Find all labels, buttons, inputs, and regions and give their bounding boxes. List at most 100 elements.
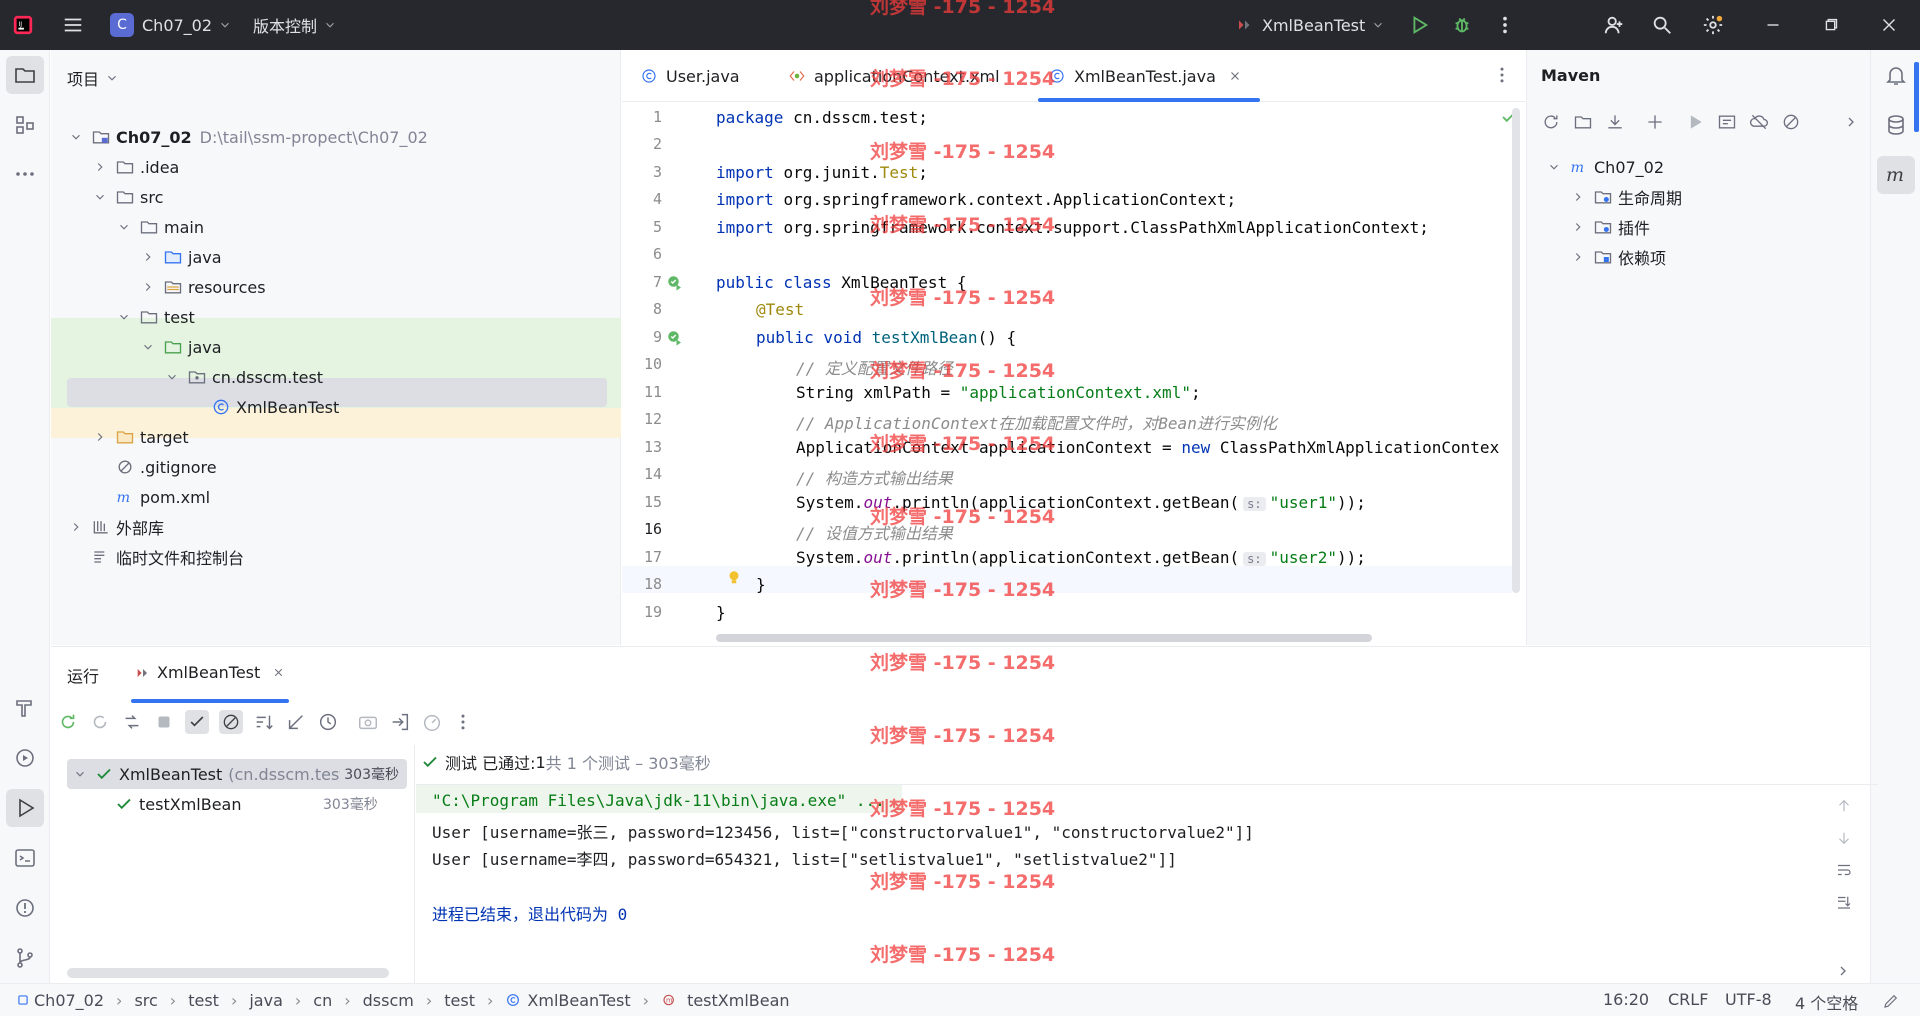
coverage-icon[interactable] xyxy=(421,711,443,733)
maven-plugins[interactable]: 插件 xyxy=(1527,212,1867,242)
tab-user-java[interactable]: User.java xyxy=(640,50,740,102)
history-icon[interactable] xyxy=(317,711,339,733)
terminal-tool-icon[interactable] xyxy=(6,839,44,877)
file-encoding[interactable]: UTF-8 xyxy=(1725,990,1772,1009)
chevron-right-icon[interactable] xyxy=(1843,112,1859,132)
soft-wrap-icon[interactable] xyxy=(1835,861,1853,879)
breadcrumb-method[interactable]: m testXmlBean xyxy=(661,991,790,1010)
chevron-right-icon[interactable] xyxy=(91,158,109,176)
run-tab-title[interactable]: 运行 xyxy=(67,663,99,687)
services-tool-icon[interactable] xyxy=(6,739,44,777)
breadcrumb-class[interactable]: XmlBeanTest xyxy=(505,991,631,1010)
chevron-down-icon[interactable] xyxy=(115,218,133,236)
run-config-tab[interactable]: XmlBeanTest xyxy=(131,663,290,703)
git-tool-icon[interactable] xyxy=(6,939,44,977)
tree-item-test[interactable]: test xyxy=(51,302,621,332)
settings-gear-icon[interactable] xyxy=(1702,0,1724,50)
app-logo-icon[interactable]: IJ xyxy=(12,0,34,50)
arrow-up-icon[interactable] xyxy=(1835,797,1853,815)
tree-item-scratches[interactable]: 临时文件和控制台 xyxy=(51,542,621,572)
search-icon[interactable] xyxy=(1651,0,1673,50)
tree-item-pom[interactable]: m pom.xml xyxy=(51,482,621,512)
tree-item-root[interactable]: Ch07_02 D:\tail\ssm-propect\Ch07_02 xyxy=(51,122,621,152)
breadcrumb-project[interactable]: Ch07_02 xyxy=(16,991,104,1010)
tree-item-gitignore[interactable]: .gitignore xyxy=(51,452,621,482)
run-icon[interactable] xyxy=(1408,0,1430,50)
notifications-bell-icon[interactable] xyxy=(1877,56,1915,94)
structure-tool-icon[interactable] xyxy=(6,106,44,144)
breadcrumb-item[interactable]: java xyxy=(249,991,283,1010)
show-passed-icon[interactable] xyxy=(185,710,209,734)
tab-options-icon[interactable] xyxy=(1492,65,1512,85)
restore-icon[interactable] xyxy=(1820,0,1842,50)
rerun-failed-icon[interactable] xyxy=(89,711,111,733)
project-switcher[interactable]: C Ch07_02 xyxy=(110,0,232,50)
add-icon[interactable] xyxy=(1645,112,1665,132)
cursor-position[interactable]: 16:20 xyxy=(1603,990,1649,1009)
horizontal-scrollbar[interactable] xyxy=(716,634,1372,642)
chevron-down-icon[interactable] xyxy=(91,188,109,206)
maven-config-icon[interactable] xyxy=(1717,112,1737,132)
breadcrumb-item[interactable]: dsscm xyxy=(363,991,414,1010)
toggle-autotest-icon[interactable] xyxy=(121,711,143,733)
database-tool-icon[interactable] xyxy=(1877,106,1915,144)
breadcrumb-item[interactable]: test xyxy=(444,991,475,1010)
download-icon[interactable] xyxy=(1605,112,1625,132)
run-maven-icon[interactable] xyxy=(1685,112,1705,132)
add-user-icon[interactable] xyxy=(1603,0,1625,50)
more-tools-icon[interactable] xyxy=(6,155,44,193)
breadcrumb-item[interactable]: src xyxy=(134,991,157,1010)
console-output[interactable]: "C:\Program Files\Java\jdk-11\bin\java.e… xyxy=(416,784,1878,984)
tab-xmlbeantest-java[interactable]: XmlBeanTest.java xyxy=(1038,50,1260,102)
chevron-right-icon[interactable] xyxy=(67,518,85,536)
test-case-row[interactable]: testXmlBean 303毫秒 xyxy=(67,789,407,819)
project-tool-icon[interactable] xyxy=(6,56,44,94)
import-icon[interactable] xyxy=(389,711,411,733)
breadcrumb-item[interactable]: test xyxy=(188,991,219,1010)
tree-item-external-libs[interactable]: 外部库 xyxy=(51,512,621,542)
reload-icon[interactable] xyxy=(1541,112,1561,132)
breadcrumb-item[interactable]: cn xyxy=(313,991,332,1010)
run-config-selector[interactable]: XmlBeanTest xyxy=(1236,0,1385,50)
sort-icon[interactable] xyxy=(253,711,275,733)
edit-lock-icon[interactable] xyxy=(1882,992,1900,1010)
line-ending[interactable]: CRLF xyxy=(1668,990,1708,1009)
main-menu-icon[interactable] xyxy=(62,0,84,50)
indent-setting[interactable]: 4 个空格 xyxy=(1795,990,1858,1014)
run-test-gutter-icon[interactable] xyxy=(666,274,684,292)
vertical-scrollbar[interactable] xyxy=(1512,108,1520,593)
chevron-right-icon[interactable] xyxy=(139,278,157,296)
chevron-right-icon[interactable] xyxy=(139,248,157,266)
tree-item-target[interactable]: target xyxy=(51,422,621,452)
skip-tests-icon[interactable] xyxy=(1781,112,1801,132)
minimize-icon[interactable] xyxy=(1762,0,1784,50)
screenshot-icon[interactable] xyxy=(357,711,379,733)
run-tool-icon[interactable] xyxy=(6,789,44,827)
tree-horizontal-scrollbar[interactable] xyxy=(67,968,389,978)
tree-item-src[interactable]: src xyxy=(51,182,621,212)
maven-tool-icon[interactable]: m xyxy=(1877,156,1915,194)
problems-tool-icon[interactable] xyxy=(6,889,44,927)
tab-application-context[interactable]: applicationContext.xml xyxy=(788,50,1000,102)
show-ignored-icon[interactable] xyxy=(219,710,243,734)
tree-item-package[interactable]: cn.dsscm.test xyxy=(51,362,621,392)
scroll-to-end-icon[interactable] xyxy=(1835,893,1853,911)
tree-item-main[interactable]: main xyxy=(51,212,621,242)
close-window-icon[interactable] xyxy=(1878,0,1900,50)
debug-icon[interactable] xyxy=(1451,0,1473,50)
chevron-right-icon[interactable] xyxy=(1835,963,1853,979)
build-tool-icon[interactable] xyxy=(6,689,44,727)
tree-item-test-java[interactable]: java xyxy=(51,332,621,362)
project-panel-header[interactable]: 项目 xyxy=(67,66,119,90)
tree-item-idea[interactable]: .idea xyxy=(51,152,621,182)
intention-bulb-icon[interactable] xyxy=(725,569,743,587)
run-test-gutter-icon[interactable] xyxy=(666,329,684,347)
maven-dependencies[interactable]: 依赖项 xyxy=(1527,242,1867,272)
arrow-down-icon[interactable] xyxy=(1835,829,1853,847)
reload-folder-icon[interactable] xyxy=(1573,112,1593,132)
rerun-icon[interactable] xyxy=(57,711,79,733)
maven-lifecycle[interactable]: 生命周期 xyxy=(1527,182,1867,212)
vcs-menu[interactable]: 版本控制 xyxy=(253,0,337,50)
chevron-down-icon[interactable] xyxy=(115,308,133,326)
more-options-icon[interactable] xyxy=(453,712,473,732)
